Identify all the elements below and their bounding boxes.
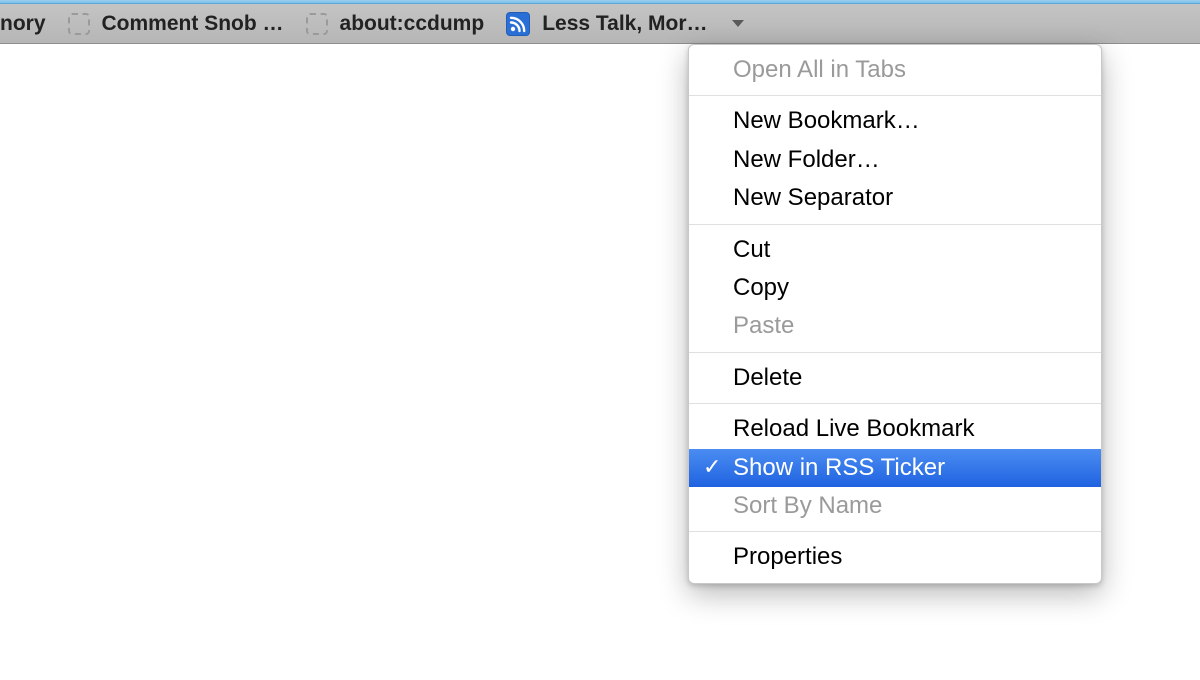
menu-item-label: New Bookmark…: [733, 107, 920, 134]
chevron-down-icon: [732, 20, 744, 27]
menu-reload-live-bookmark[interactable]: Reload Live Bookmark: [689, 410, 1101, 448]
rss-icon: [506, 12, 530, 36]
menu-item-label: Open All in Tabs: [733, 56, 906, 83]
bookmark-label: Comment Snob …: [102, 12, 284, 36]
menu-item-label: Show in RSS Ticker: [733, 454, 945, 481]
menu-cut[interactable]: Cut: [689, 231, 1101, 269]
menu-new-folder[interactable]: New Folder…: [689, 141, 1101, 179]
menu-separator: [689, 352, 1101, 353]
bookmarks-overflow-button[interactable]: [722, 20, 754, 27]
menu-sort-by-name: Sort By Name: [689, 487, 1101, 525]
menu-copy[interactable]: Copy: [689, 269, 1101, 307]
bookmark-item[interactable]: about:ccdump: [298, 4, 499, 43]
menu-separator: [689, 95, 1101, 96]
bookmark-label: about:ccdump: [340, 12, 485, 36]
menu-item-label: New Separator: [733, 184, 893, 211]
menu-item-label: Properties: [733, 543, 842, 570]
menu-new-bookmark[interactable]: New Bookmark…: [689, 102, 1101, 140]
placeholder-icon: [306, 13, 328, 35]
menu-separator: [689, 224, 1101, 225]
menu-separator: [689, 531, 1101, 532]
menu-delete[interactable]: Delete: [689, 359, 1101, 397]
menu-item-label: Sort By Name: [733, 492, 882, 519]
bookmark-label: nory: [0, 12, 46, 36]
menu-show-in-rss-ticker[interactable]: ✓ Show in RSS Ticker: [689, 449, 1101, 487]
menu-new-separator[interactable]: New Separator: [689, 179, 1101, 217]
menu-item-label: Reload Live Bookmark: [733, 415, 974, 442]
menu-separator: [689, 403, 1101, 404]
placeholder-icon: [68, 13, 90, 35]
menu-item-label: Paste: [733, 312, 794, 339]
menu-item-label: Copy: [733, 274, 789, 301]
menu-properties[interactable]: Properties: [689, 538, 1101, 576]
menu-item-label: Cut: [733, 236, 770, 263]
menu-paste: Paste: [689, 307, 1101, 345]
bookmarks-toolbar: nory Comment Snob … about:ccdump Less Ta…: [0, 4, 1200, 44]
menu-item-label: Delete: [733, 364, 802, 391]
bookmark-item[interactable]: nory: [0, 4, 60, 43]
context-menu: Open All in Tabs New Bookmark… New Folde…: [688, 44, 1102, 584]
check-icon: ✓: [703, 452, 721, 482]
menu-item-label: New Folder…: [733, 146, 880, 173]
bookmark-label: Less Talk, Mor…: [542, 12, 707, 36]
bookmark-item[interactable]: Comment Snob …: [60, 4, 298, 43]
menu-open-all-tabs: Open All in Tabs: [689, 51, 1101, 89]
bookmark-item-live[interactable]: Less Talk, Mor…: [498, 4, 721, 43]
